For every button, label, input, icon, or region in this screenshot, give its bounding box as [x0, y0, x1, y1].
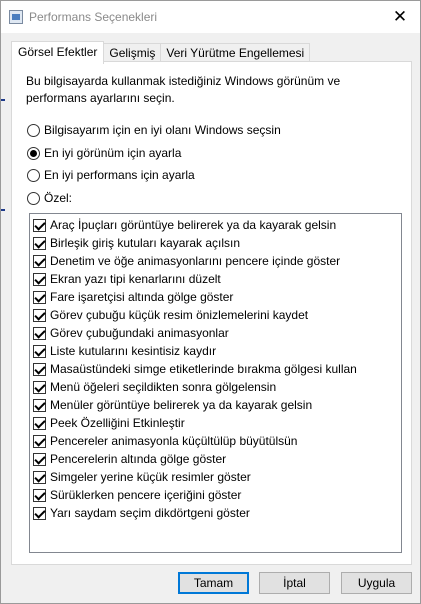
close-icon: ✕ — [392, 6, 408, 26]
effect-checkbox[interactable] — [33, 272, 46, 286]
effect-label: Denetim ve öğe animasyonlarını pencere i… — [50, 254, 341, 268]
effect-label: Peek Özelliğini Etkinleştir — [50, 416, 185, 430]
visual-effects-panel: Bu bilgisayarda kullanmak istediğiniz Wi… — [11, 61, 412, 565]
window-title: Performans Seçenekleri — [29, 10, 158, 24]
effect-item[interactable]: Masaüstündeki simge etiketlerinde bırakm… — [33, 360, 357, 378]
cancel-button[interactable]: İptal — [259, 572, 330, 594]
effect-item[interactable]: Sürüklerken pencere içeriğini göster — [33, 486, 241, 504]
effect-label: Ekran yazı tipi kenarlarını düzelt — [50, 272, 221, 286]
effect-item[interactable]: Pencerelerin altında gölge göster — [33, 450, 226, 468]
radio-let-windows-choose[interactable]: Bilgisayarım için en iyi olanı Windows s… — [27, 122, 281, 138]
effect-item[interactable]: Simgeler yerine küçük resimler göster — [33, 468, 251, 486]
effect-label: Görev çubuğundaki animasyonlar — [50, 326, 229, 340]
effect-label: Pencerelerin altında gölge göster — [50, 452, 227, 466]
background-window-edge — [1, 209, 5, 211]
tab-data-execution-prevention[interactable]: Veri Yürütme Engellemesi — [160, 43, 311, 63]
effect-checkbox[interactable] — [33, 434, 46, 448]
performance-options-dialog: Performans Seçenekleri ✕ Görsel Efektler… — [0, 0, 421, 604]
radio-button[interactable] — [27, 146, 40, 160]
radio-custom[interactable]: Özel: — [27, 190, 72, 206]
effect-checkbox[interactable] — [33, 506, 46, 520]
effect-label: Görev çubuğu küçük resim önizlemelerini … — [50, 308, 309, 322]
background-window-edge — [1, 99, 5, 101]
radio-button[interactable] — [27, 168, 40, 182]
effect-item[interactable]: Liste kutularını kesintisiz kaydır — [33, 342, 216, 360]
effect-item[interactable]: Denetim ve öğe animasyonlarını pencere i… — [33, 252, 340, 270]
effect-checkbox[interactable] — [33, 218, 46, 232]
effect-checkbox[interactable] — [33, 290, 46, 304]
effect-item[interactable]: Görev çubuğundaki animasyonlar — [33, 324, 229, 342]
effect-label: Masaüstündeki simge etiketlerinde bırakm… — [50, 362, 357, 376]
effect-label: Menü öğeleri seçildikten sonra gölgelens… — [50, 380, 277, 394]
radio-label: En iyi görünüm için ayarla — [44, 146, 182, 160]
radio-button[interactable] — [27, 191, 40, 205]
ok-button[interactable]: Tamam — [178, 572, 249, 594]
effect-checkbox[interactable] — [33, 308, 46, 322]
effect-checkbox[interactable] — [33, 362, 46, 376]
effect-item[interactable]: Peek Özelliğini Etkinleştir — [33, 414, 185, 432]
effect-item[interactable]: Araç İpuçları görüntüye belirerek ya da … — [33, 216, 336, 234]
effect-label: Birleşik giriş kutuları kayarak açılsın — [50, 236, 241, 250]
effect-label: Menüler görüntüye belirerek ya da kayara… — [50, 398, 313, 412]
effect-item[interactable]: Pencereler animasyonla küçültülüp büyütü… — [33, 432, 297, 450]
effects-listbox[interactable]: Araç İpuçları görüntüye belirerek ya da … — [29, 213, 402, 553]
effect-checkbox[interactable] — [33, 416, 46, 430]
effect-label: Araç İpuçları görüntüye belirerek ya da … — [50, 218, 337, 232]
panel-description: Bu bilgisayarda kullanmak istediğiniz Wi… — [26, 74, 341, 105]
effect-item[interactable]: Ekran yazı tipi kenarlarını düzelt — [33, 270, 221, 288]
effect-checkbox[interactable] — [33, 326, 46, 340]
effect-item[interactable]: Menüler görüntüye belirerek ya da kayara… — [33, 396, 312, 414]
tab-visual-effects[interactable]: Görsel Efektler — [11, 41, 105, 64]
effect-label: Yarı saydam seçim dikdörtgeni göster — [50, 506, 250, 520]
effect-checkbox[interactable] — [33, 344, 46, 358]
close-button[interactable]: ✕ — [380, 1, 420, 31]
effect-checkbox[interactable] — [33, 452, 46, 466]
effect-item[interactable]: Menü öğeleri seçildikten sonra gölgelens… — [33, 378, 276, 396]
effect-label: Fare işaretçisi altında gölge göster — [50, 290, 234, 304]
tab-advanced[interactable]: Gelişmiş — [103, 43, 162, 63]
radio-best-performance[interactable]: En iyi performans için ayarla — [27, 167, 195, 183]
radio-label: Bilgisayarım için en iyi olanı Windows s… — [44, 123, 281, 137]
radio-best-appearance[interactable]: En iyi görünüm için ayarla — [27, 145, 181, 161]
window-app-icon — [9, 10, 23, 24]
title-bar[interactable]: Performans Seçenekleri ✕ — [1, 1, 420, 33]
radio-button[interactable] — [27, 123, 40, 137]
radio-label: En iyi performans için ayarla — [44, 168, 195, 182]
apply-button[interactable]: Uygula — [341, 572, 412, 594]
effect-checkbox[interactable] — [33, 236, 46, 250]
effect-item[interactable]: Yarı saydam seçim dikdörtgeni göster — [33, 504, 250, 522]
effect-checkbox[interactable] — [33, 488, 46, 502]
tab-strip: Görsel Efektler Gelişmiş Veri Yürütme En… — [11, 41, 311, 64]
effect-label: Simgeler yerine küçük resimler göster — [50, 470, 251, 484]
effect-label: Pencereler animasyonla küçültülüp büyütü… — [50, 434, 298, 448]
effect-label: Sürüklerken pencere içeriğini göster — [50, 488, 242, 502]
effect-checkbox[interactable] — [33, 470, 46, 484]
effect-checkbox[interactable] — [33, 398, 46, 412]
radio-label: Özel: — [44, 191, 73, 205]
effect-item[interactable]: Görev çubuğu küçük resim önizlemelerini … — [33, 306, 308, 324]
effect-checkbox[interactable] — [33, 254, 46, 268]
effect-item[interactable]: Fare işaretçisi altında gölge göster — [33, 288, 233, 306]
effect-item[interactable]: Birleşik giriş kutuları kayarak açılsın — [33, 234, 240, 252]
effect-label: Liste kutularını kesintisiz kaydır — [50, 344, 217, 358]
effect-checkbox[interactable] — [33, 380, 46, 394]
